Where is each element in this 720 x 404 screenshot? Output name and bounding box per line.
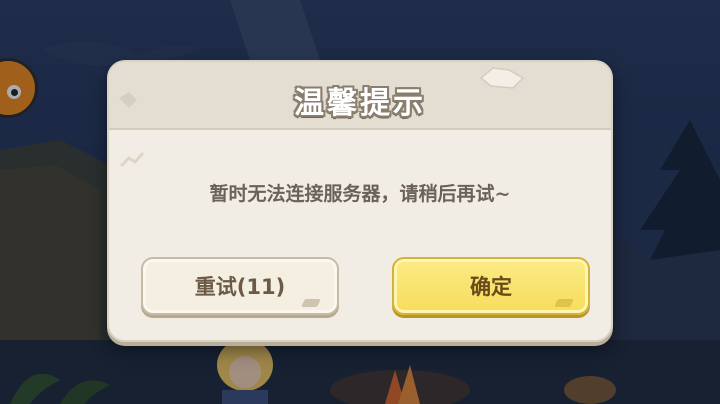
dialog-title: 温馨提示 <box>294 86 426 121</box>
confirm-button[interactable]: 确定 <box>392 257 590 315</box>
crack-decoration-icon <box>119 152 145 168</box>
retry-button-label: 重试(11) <box>194 275 286 299</box>
dialog-message: 暂时无法连接服务器，请稍后再试~ <box>209 183 511 205</box>
dialog-header: 温馨提示 <box>109 62 611 130</box>
alert-dialog: 温馨提示 暂时无法连接服务器，请稍后再试~ 重试(11) 确定 <box>107 60 613 342</box>
confirm-button-label: 确定 <box>470 275 512 299</box>
retry-button[interactable]: 重试(11) <box>141 257 339 315</box>
